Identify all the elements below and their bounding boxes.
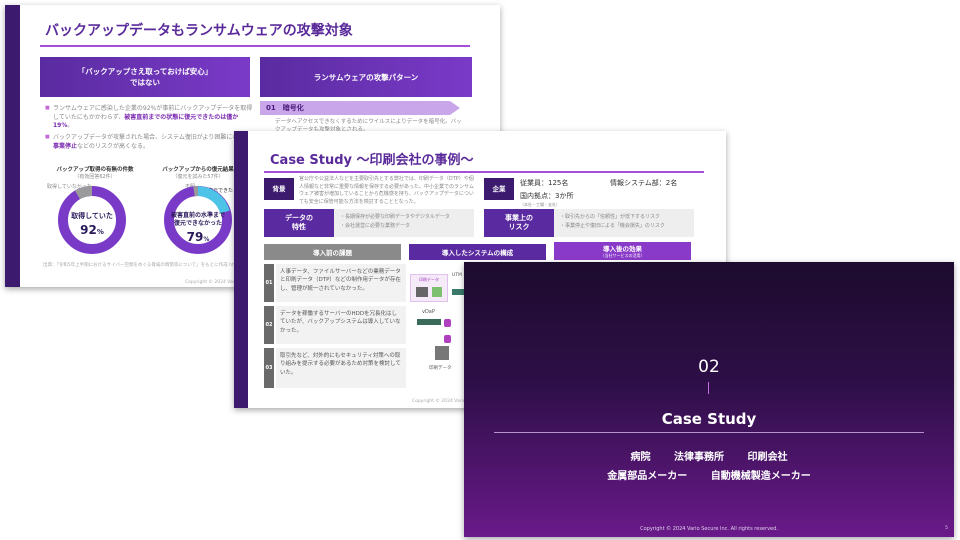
copyright: Copyright © 2024 Vario Secure Inc. All r… — [640, 526, 778, 532]
slide-side-bar — [234, 131, 248, 408]
server-icon — [432, 287, 442, 297]
phase-before: 導入前の課題 — [264, 244, 401, 260]
donut1-center: 取得していた 92% — [57, 212, 127, 239]
donut2-center-label2: 復元できなかった — [173, 220, 222, 228]
right-header: ランサムウェアの攻撃パターン — [260, 57, 472, 97]
company-employees: 従業員：125名 — [520, 179, 569, 187]
label-line: 事業上の — [505, 213, 533, 222]
section-number: 02 — [698, 357, 720, 377]
left-header-line2: ではない — [130, 78, 160, 87]
business-risk-text2: ・事業停止や復旧による「機会損失」のリスク — [560, 223, 665, 229]
phase-label: 導入後の効果 — [603, 245, 642, 253]
donut2-value: 79 — [186, 229, 204, 244]
case-row-1: 病院 法律事務所 印刷会社 — [464, 448, 954, 463]
case-item: 金属部品メーカー — [607, 471, 688, 482]
storage-icon — [435, 346, 449, 360]
step-number: 01 — [264, 264, 274, 302]
data-characteristics-text2: ・会社運営に必要な業務データ — [340, 223, 411, 229]
title-rule — [494, 432, 924, 433]
step-number: 02 — [264, 306, 274, 344]
case-row-2: 金属部品メーカー 自動機械製造メーカー — [464, 467, 954, 482]
vdap-icon — [417, 319, 441, 325]
donut1-segment-other — [74, 186, 93, 200]
case-item: 病院 — [630, 452, 651, 463]
utm-icon — [452, 289, 464, 295]
diagram-label: UTM — [452, 273, 462, 278]
label-line: 特性 — [292, 223, 306, 231]
phase-system: 導入したシステムの構成 — [409, 244, 546, 260]
title-underline — [40, 45, 470, 47]
right-header-label: ランサムウェアの攻撃パターン — [313, 72, 419, 82]
pattern-arrow-icon — [450, 101, 460, 115]
business-risk-text1: ・取引先からの「信頼性」が低下するリスク — [560, 214, 661, 220]
bullet-text: などのリスクが高くなる。 — [77, 142, 150, 150]
section-title: Case Study — [661, 410, 757, 428]
phase-label: 導入したシステムの構成 — [441, 249, 514, 257]
case-item: 自動機械製造メーカー — [710, 471, 811, 482]
lock-icon — [444, 335, 451, 343]
data-characteristics-label: データの 特性 — [264, 209, 334, 237]
phase-sublabel: （当社サービスの活用） — [600, 253, 645, 258]
business-risk-label: 事業上の リスク — [484, 209, 554, 237]
donut2-center: 被害直前の水準まで 復元できなかった 79% — [155, 212, 241, 246]
label-line: データの — [285, 213, 313, 222]
donut1-unit: % — [96, 227, 104, 236]
donut2-subtitle: （復元を試みた57件） — [172, 174, 224, 180]
printer-icon — [416, 287, 428, 297]
background-text: 官公庁や公益法人などを主要取引先とする弊社では、印刷データ（DTP）や個人情報な… — [299, 176, 474, 205]
slide-title: Case Study ～印刷会社の事例～ — [270, 153, 474, 168]
company-label: 企業 — [484, 178, 514, 200]
lock-icon — [444, 319, 451, 327]
bullet-list: ランサムウェアに感染した企業の92%が事前にバックアップデータを取得していたにも… — [45, 105, 255, 154]
slide-title: バックアップデータもランサムウェアの攻撃対象 — [45, 23, 353, 39]
phase-after: 導入後の効果 （当社サービスの活用） — [554, 242, 691, 260]
bullet-item: ランサムウェアに感染した企業の92%が事前にバックアップデータを取得していたにも… — [45, 105, 255, 131]
bullet-text: バックアップデータが攻撃された場合、システム復旧がより困難になり、 — [53, 134, 251, 142]
donut2-unit: % — [203, 235, 210, 243]
bullet-text: 。 — [67, 122, 74, 130]
title-underline — [264, 171, 704, 173]
data-characteristics-text1: ・長期保存が必要な印刷データやデジタルデータ — [340, 214, 450, 220]
bullet-emphasis: 事業停止 — [53, 142, 78, 150]
background-label: 背景 — [264, 178, 294, 200]
print-data-box: 印刷データ — [410, 274, 448, 302]
donut1-title: バックアップ取得の有無の件数 — [56, 167, 134, 173]
company-locations-note: （本社・工場・支社） — [520, 202, 560, 207]
donut1-subtitle: （有効回答62件） — [74, 174, 116, 180]
company-it-staff: 情報システム部：2名 — [610, 179, 678, 187]
step-box: データを稼働するサーバーのHDDを冗長化はしていたが、バックアップシステムは導入… — [276, 306, 406, 344]
diagram-label: 印刷データ — [419, 277, 439, 282]
case-item: 印刷会社 — [747, 452, 788, 463]
phase-label: 導入前の課題 — [313, 249, 352, 257]
donut1-center-label: 取得していた — [71, 212, 113, 220]
case-item: 法律事務所 — [674, 452, 724, 463]
step-number: 03 — [264, 348, 274, 388]
slide-side-bar — [5, 5, 20, 287]
left-header: 「バックアップさえ取っておけば安心」 ではない — [40, 57, 250, 97]
left-header-line1: 「バックアップさえ取っておけば安心」 — [77, 67, 213, 76]
pattern-label: 01 暗号化 — [260, 101, 450, 115]
step-box: 取引先など、対外的にもセキュリティ対策への取り組みを提示する必要があるため対策を… — [276, 348, 406, 388]
diagram-label: 印刷データ — [429, 366, 452, 371]
slide-section-case-study[interactable]: 02 Case Study 病院 法律事務所 印刷会社 金属部品メーカー 自動機… — [464, 262, 954, 537]
company-locations: 国内拠点：3か所 — [520, 192, 574, 200]
donut2-title: バックアップからの復元結果 — [162, 167, 234, 173]
diagram-label: vDaP — [422, 309, 435, 315]
donut2-segment-restored — [197, 186, 230, 214]
bullet-item: バックアップデータが攻撃された場合、システム復旧がより困難になり、事業停止などの… — [45, 134, 255, 151]
label-line: リスク — [508, 223, 530, 231]
page-number: 5 — [945, 526, 948, 531]
step-box: 人事データ、ファイルサーバーなどの業務データと印刷データ（DTP）などの制作用デ… — [276, 264, 406, 302]
section-divider — [708, 382, 709, 394]
donut1-value: 92 — [80, 222, 97, 237]
